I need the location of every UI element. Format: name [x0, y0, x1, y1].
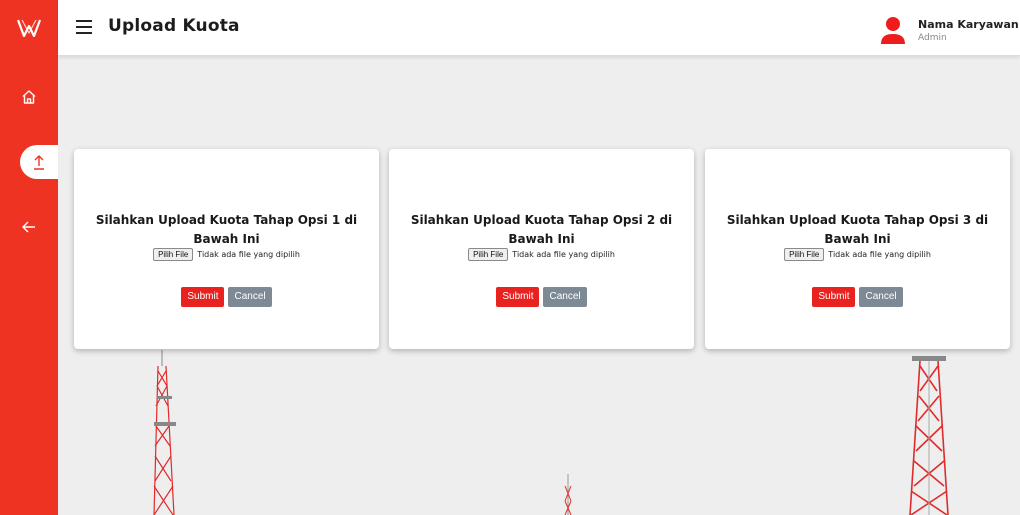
tower-left: [153, 350, 176, 515]
submit-button[interactable]: Submit: [181, 287, 225, 307]
card-title: Silahkan Upload Kuota Tahap Opsi 2 di Ba…: [410, 213, 673, 246]
home-icon: [22, 90, 36, 104]
logo-icon: [17, 19, 41, 37]
upload-card-1: Silahkan Upload Kuota Tahap Opsi 1 di Ba…: [74, 149, 379, 349]
top-header: Upload Kuota Nama Karyawan Admin: [58, 0, 1020, 56]
sidebar-item-upload[interactable]: [20, 145, 58, 179]
cancel-button[interactable]: Cancel: [859, 287, 903, 307]
choose-file-button[interactable]: Pilih File: [468, 248, 509, 261]
sidebar-item-back[interactable]: [0, 210, 58, 244]
cancel-button[interactable]: Cancel: [543, 287, 587, 307]
upload-icon: [34, 155, 44, 170]
page-title: Upload Kuota: [108, 16, 240, 36]
upload-card-3: Silahkan Upload Kuota Tahap Opsi 3 di Ba…: [705, 149, 1010, 349]
submit-button[interactable]: Submit: [496, 287, 540, 307]
choose-file-button[interactable]: Pilih File: [784, 248, 825, 261]
file-input[interactable]: Pilih File Tidak ada file yang dipilih: [389, 248, 694, 261]
upload-card-2: Silahkan Upload Kuota Tahap Opsi 2 di Ba…: [389, 149, 694, 349]
user-name: Nama Karyawan: [918, 18, 1019, 31]
submit-button[interactable]: Submit: [812, 287, 856, 307]
arrow-left-icon: [22, 221, 35, 233]
file-status: Tidak ada file yang dipilih: [828, 250, 931, 259]
user-role: Admin: [918, 33, 947, 43]
brand-logo[interactable]: [0, 0, 58, 56]
cancel-button[interactable]: Cancel: [228, 287, 272, 307]
menu-toggle-icon[interactable]: [76, 20, 92, 34]
card-title: Silahkan Upload Kuota Tahap Opsi 3 di Ba…: [726, 213, 989, 246]
file-status: Tidak ada file yang dipilih: [197, 250, 300, 259]
user-avatar-icon[interactable]: [880, 15, 906, 45]
choose-file-button[interactable]: Pilih File: [153, 248, 194, 261]
sidebar-item-home[interactable]: [0, 80, 58, 114]
tower-right: [909, 356, 949, 515]
card-title: Silahkan Upload Kuota Tahap Opsi 1 di Ba…: [95, 213, 358, 246]
file-status: Tidak ada file yang dipilih: [512, 250, 615, 259]
tower-middle: [564, 474, 572, 515]
file-input[interactable]: Pilih File Tidak ada file yang dipilih: [74, 248, 379, 261]
sidebar: [0, 0, 58, 515]
file-input[interactable]: Pilih File Tidak ada file yang dipilih: [705, 248, 1010, 261]
